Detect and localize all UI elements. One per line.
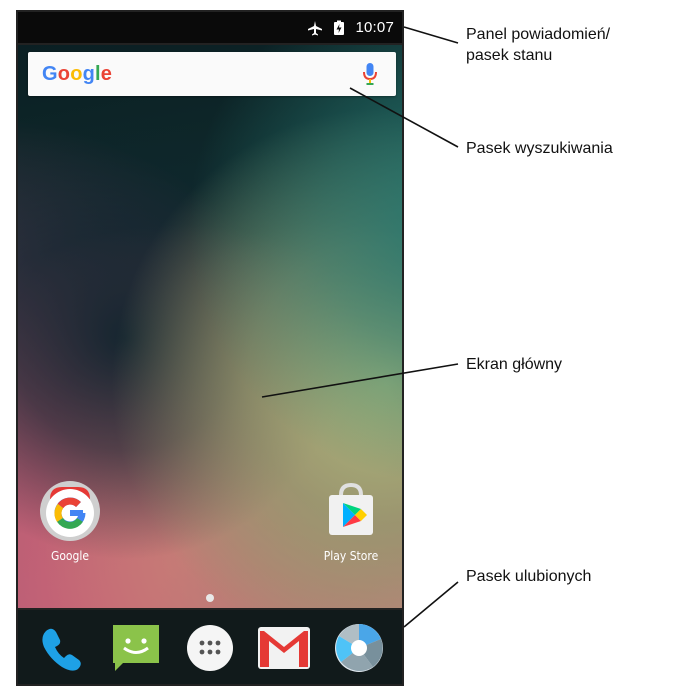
- page-indicator-dot: [206, 594, 214, 602]
- google-logo: Google: [42, 63, 112, 86]
- camera-icon[interactable]: [331, 620, 387, 676]
- play-store-icon: [329, 482, 373, 535]
- callout-text: pasek stanu: [466, 47, 553, 64]
- status-bar[interactable]: 10:07: [18, 12, 402, 45]
- google-logo-letter: o: [70, 62, 83, 85]
- google-app-icon: [40, 481, 100, 541]
- callout-line-status-bar: [403, 26, 459, 44]
- app-google[interactable]: Google: [35, 479, 105, 563]
- airplane-icon: [307, 20, 323, 36]
- google-logo-letter: e: [100, 62, 113, 85]
- app-play-store[interactable]: Play Store: [316, 479, 386, 563]
- google-logo-letter: G: [42, 62, 58, 85]
- callout-favorites-bar: Pasek ulubionych: [466, 568, 592, 585]
- favorites-bar: [18, 608, 402, 684]
- phone-icon[interactable]: [33, 620, 89, 676]
- phone-screen: 10:07 Google Google Play Store: [16, 10, 404, 686]
- mic-icon[interactable]: [362, 61, 378, 87]
- callout-home-screen: Ekran główny: [466, 356, 563, 373]
- app-drawer-icon[interactable]: [182, 620, 238, 676]
- battery-charging-icon: [331, 20, 347, 36]
- callout-status-bar: Panel powiadomień/ pasek stanu: [466, 24, 610, 66]
- callout-search-bar: Pasek wyszukiwania: [466, 140, 613, 157]
- gmail-icon[interactable]: [256, 620, 312, 676]
- messaging-icon[interactable]: [108, 620, 164, 676]
- callout-line-favorites-bar: [403, 581, 459, 628]
- search-bar[interactable]: Google: [28, 52, 396, 96]
- app-label: Google: [50, 549, 90, 563]
- google-logo-letter: g: [82, 62, 96, 85]
- app-label: Play Store: [323, 549, 379, 563]
- status-bar-time: 10:07: [355, 19, 394, 36]
- callout-text: Panel powiadomień/: [466, 26, 611, 43]
- google-logo-letter: o: [57, 62, 71, 85]
